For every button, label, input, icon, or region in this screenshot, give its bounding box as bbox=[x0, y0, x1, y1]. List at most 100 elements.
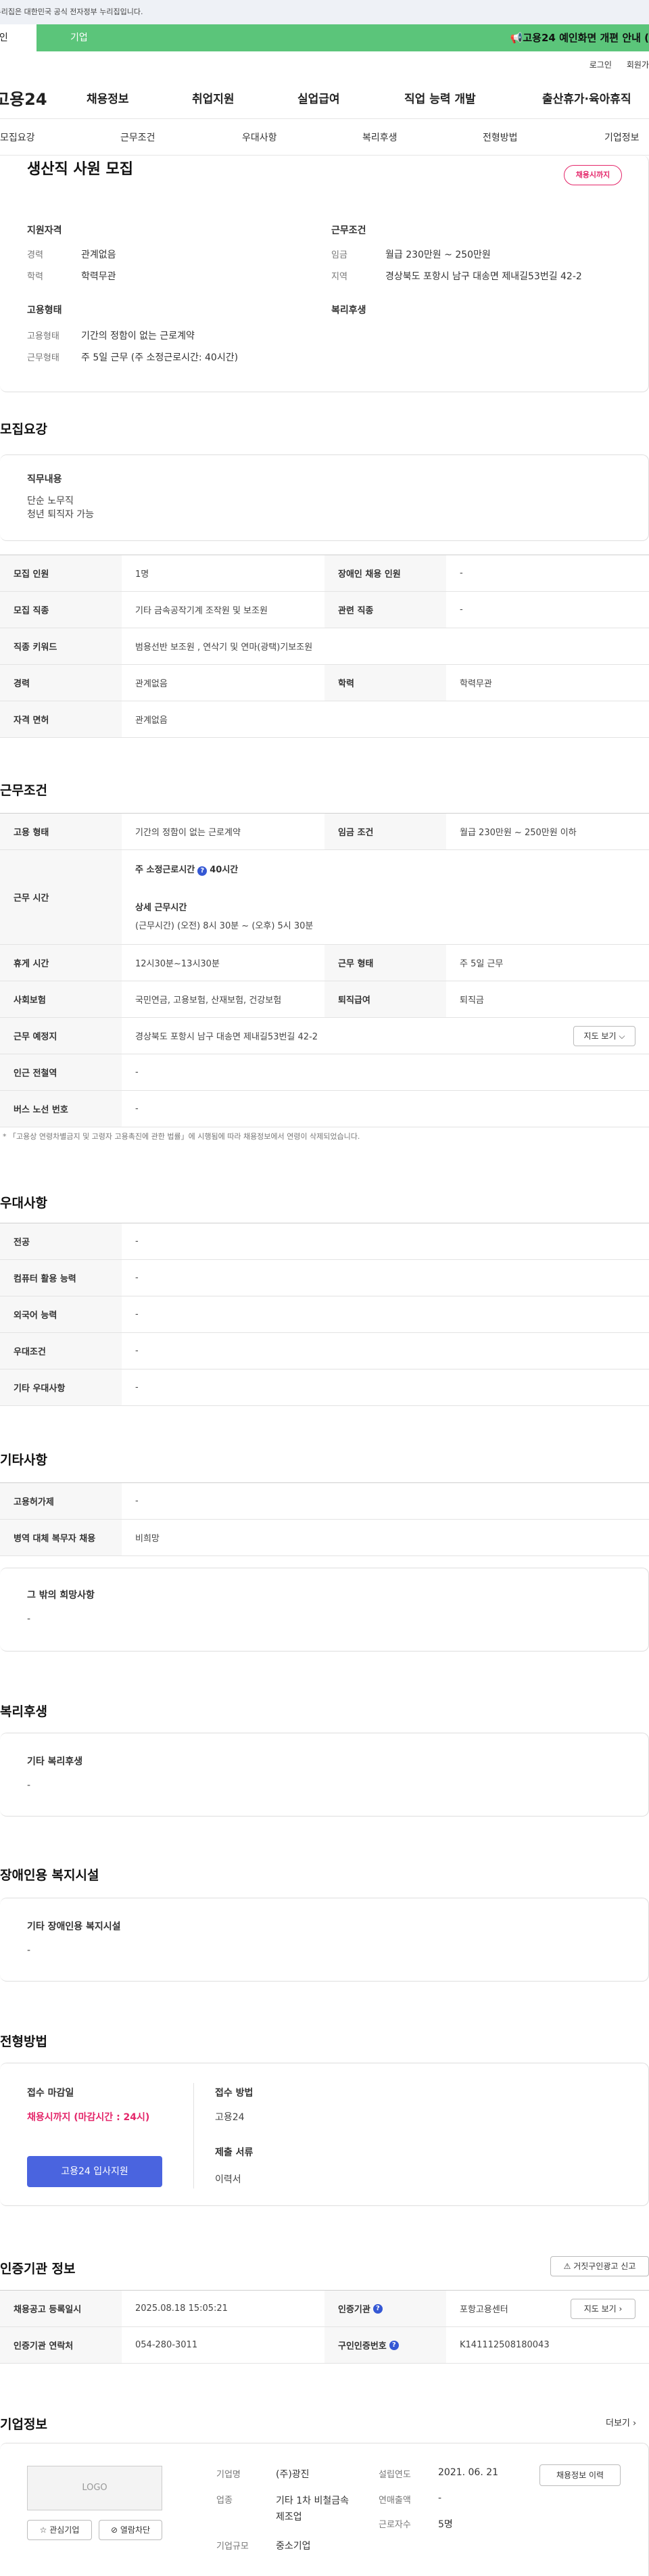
work-place-value: 경상북도 포항시 남구 대송면 제내길53번길 42-2 bbox=[135, 1032, 318, 1042]
agency-map-button[interactable]: 지도 보기 › bbox=[571, 2299, 635, 2319]
company-more-link[interactable]: 더보기 › bbox=[606, 2416, 636, 2429]
job-category-value: 기타 금속공작기계 조작원 및 보조원 bbox=[135, 606, 268, 616]
pref-condition-value: - bbox=[135, 1346, 139, 1356]
std-hours-value: 40시간 bbox=[210, 865, 239, 875]
agency-tel-label: 인증기관 연락처 bbox=[0, 2327, 122, 2363]
table-row: 휴게 시간 12시30분~13시30분 근무 형태 주 5일 근무 bbox=[0, 945, 649, 981]
keyword-value: 범용선반 보조원 , 연삭기 및 연마(광택)기보조원 bbox=[135, 642, 313, 653]
join-link[interactable]: 회원가 bbox=[627, 59, 649, 70]
gnb-menu-employment-support[interactable]: 취업지원 bbox=[192, 89, 235, 106]
docs-value: 이력서 bbox=[215, 2174, 241, 2185]
site-logo[interactable]: 고용24 bbox=[0, 86, 81, 110]
gnb-menu-jobs[interactable]: 채용정보 bbox=[87, 89, 129, 106]
table-row: 인근 전철역 - bbox=[0, 1054, 649, 1091]
career-req-label: 경력 bbox=[0, 665, 122, 701]
work-section-title: 근무조건 bbox=[0, 783, 47, 798]
map-view-button[interactable]: 지도 보기 ⌵ bbox=[573, 1026, 635, 1046]
major-value: - bbox=[135, 1236, 139, 1246]
count-label: 모집 인원 bbox=[0, 555, 122, 591]
insurance-label: 사회보험 bbox=[0, 981, 122, 1017]
employment-type-label: 고용형태 bbox=[27, 331, 59, 342]
welfare-box-value: - bbox=[27, 1780, 31, 1791]
subnav-preference[interactable]: 우대사항 bbox=[242, 131, 277, 144]
sales-label: 연매출액 bbox=[379, 2496, 411, 2506]
subnav-recruit[interactable]: 모집요강 bbox=[0, 131, 35, 144]
company-name-label: 기업명 bbox=[216, 2470, 241, 2480]
table-row: 인증기관 연락처 054-280-3011 구인인증번호? K141112508… bbox=[0, 2327, 649, 2364]
login-link[interactable]: 로그인 bbox=[590, 59, 612, 70]
block-view-button[interactable]: ⊘ 열람차단 bbox=[99, 2520, 162, 2540]
work-form2-label: 근무 형태 bbox=[324, 945, 446, 981]
tab-company[interactable]: 기업 bbox=[37, 24, 155, 51]
wage-cond-value: 월급 230만원 ~ 250만원 이하 bbox=[460, 828, 577, 838]
company-logo-placeholder: LOGO bbox=[27, 2466, 162, 2510]
subway-label: 인근 전철역 bbox=[0, 1054, 122, 1090]
duty-line-1: 단순 노무직 bbox=[27, 496, 74, 507]
question-icon[interactable]: ? bbox=[197, 866, 208, 876]
welfare-box bbox=[0, 1733, 649, 1817]
eps-value: - bbox=[135, 1496, 139, 1506]
gnb-menu-parental-leave[interactable]: 출산휴가·육아휴직 bbox=[542, 89, 631, 106]
subnav-company[interactable]: 기업정보 bbox=[604, 131, 640, 144]
gov-notice-bar: 이 누리집은 대한민국 공식 전자정부 누리집입니다. bbox=[0, 0, 649, 24]
wage-label: 임금 bbox=[331, 250, 347, 260]
company-section-title: 기업정보 bbox=[0, 2417, 47, 2432]
bus-value: - bbox=[135, 1104, 139, 1114]
section-subnav: 모집요강 근무조건 우대사항 복리후생 전형방법 기업정보 bbox=[0, 119, 649, 156]
work-form-label: 근무형태 bbox=[27, 353, 59, 363]
recruit-section-title: 모집요강 bbox=[0, 422, 47, 437]
table-row: 채용공고 등록일시 2025.08.18 15:05:21 인증기관? 포항고용… bbox=[0, 2291, 649, 2327]
chevron-down-icon: ⌵ bbox=[619, 1031, 625, 1041]
wage-cond-label: 임금 조건 bbox=[324, 814, 446, 849]
welfare-box-heading: 기타 복리후생 bbox=[27, 1756, 83, 1767]
megaphone-icon: 📢 bbox=[510, 32, 523, 44]
etc-section-title: 기타사항 bbox=[0, 1453, 47, 1468]
cert-number-value: K141112508180043 bbox=[460, 2340, 550, 2350]
utility-links: 로그인 회원가 bbox=[0, 51, 649, 77]
agency-value: 포항고용센터 bbox=[460, 2305, 508, 2315]
subnav-work[interactable]: 근무조건 bbox=[120, 131, 155, 144]
disabled-facility-title: 장애인용 복지시설 bbox=[0, 1868, 99, 1883]
work-form-value: 주 5일 근무 (주 소정근로시간: 40시간) bbox=[81, 352, 239, 363]
false-ad-report-button[interactable]: ⚠ 거짓구인광고 신고 bbox=[550, 2256, 649, 2276]
retire-label: 퇴직급여 bbox=[324, 981, 446, 1017]
detail-hours-value: (근무시간) (오전) 8시 30분 ~ (오후) 5시 30분 bbox=[135, 921, 314, 931]
apply-button[interactable]: 고용24 입사지원 bbox=[27, 2156, 162, 2187]
method-label: 접수 방법 bbox=[215, 2088, 254, 2099]
work-condition-heading: 근무조건 bbox=[331, 225, 366, 236]
edu-req-label: 학력 bbox=[324, 665, 446, 701]
question-icon[interactable]: ? bbox=[372, 2303, 383, 2314]
gnb-menu-job-training[interactable]: 직업 능력 개발 bbox=[404, 89, 476, 106]
reg-date-label: 채용공고 등록일시 bbox=[0, 2291, 122, 2326]
education-value: 학력무관 bbox=[81, 271, 116, 282]
computer-skill-label: 컴퓨터 활용 능력 bbox=[0, 1260, 122, 1296]
renewal-notice-banner[interactable]: 📢고용24 예인화면 개편 안내 ( bbox=[155, 24, 649, 51]
question-icon[interactable]: ? bbox=[389, 2340, 399, 2350]
gnb-menu-unemployment-benefit[interactable]: 실업급여 bbox=[297, 89, 340, 106]
disabled-facility-box bbox=[0, 1898, 649, 1982]
eps-label: 고용허가제 bbox=[0, 1483, 122, 1519]
insurance-value: 국민연금, 고용보험, 산재보험, 건강보험 bbox=[135, 996, 282, 1006]
employment-type-heading: 고용형태 bbox=[27, 305, 62, 316]
table-row: 전공 - bbox=[0, 1223, 649, 1260]
employment-type-value: 기간의 정함이 없는 근로계약 bbox=[81, 331, 195, 342]
license-label: 자격 면허 bbox=[0, 701, 122, 737]
favorite-company-button[interactable]: ☆ 관심기업 bbox=[27, 2520, 92, 2540]
other-wish-box bbox=[0, 1568, 649, 1652]
job-history-button[interactable]: 채용정보 이력 bbox=[539, 2464, 621, 2486]
keyword-label: 직종 키워드 bbox=[0, 628, 122, 664]
global-nav: 고용24 채용정보 취업지원 실업급여 직업 능력 개발 출산휴가·육아휴직 bbox=[0, 77, 649, 119]
career-value: 관계없음 bbox=[81, 250, 116, 260]
method-value: 고용24 bbox=[215, 2112, 245, 2123]
subnav-welfare[interactable]: 복리후생 bbox=[362, 131, 398, 144]
company-scale-value: 중소기업 bbox=[276, 2541, 311, 2552]
work-hours-cell: 주 소정근로시간? 40시간 상세 근무시간 (근무시간) (오전) 8시 30분… bbox=[122, 850, 649, 944]
work-place-label: 근무 예정지 bbox=[0, 1018, 122, 1054]
tab-individual[interactable]: 개인 bbox=[0, 24, 37, 51]
deadline-value: 채용시까지 (마감시간 : 24시) bbox=[27, 2112, 150, 2123]
subway-value: - bbox=[135, 1067, 139, 1077]
subnav-selection[interactable]: 전형방법 bbox=[483, 131, 518, 144]
sales-value: - bbox=[438, 2493, 442, 2504]
license-value: 관계없음 bbox=[135, 716, 168, 726]
other-wish-heading: 그 밖의 희망사항 bbox=[27, 1590, 95, 1601]
